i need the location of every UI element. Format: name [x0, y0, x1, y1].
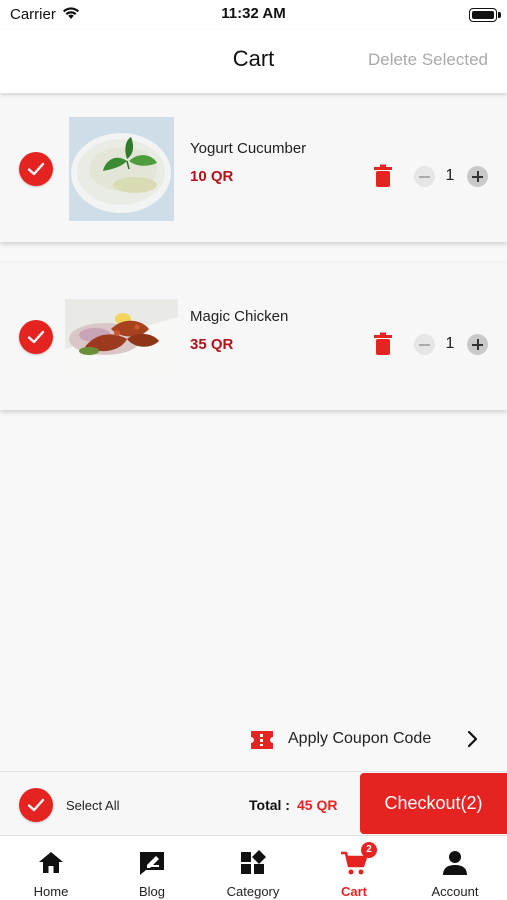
cart-item: Yogurt Cucumber 10 QR 1 [0, 95, 507, 242]
delete-item-icon[interactable] [372, 332, 394, 356]
battery-icon [469, 8, 501, 22]
bottom-tab-bar: Home Blog Category 2 Cart Account [0, 835, 507, 900]
select-all-label: Select All [66, 798, 120, 813]
cart-count-badge: 2 [361, 842, 377, 858]
account-icon [442, 850, 468, 881]
decrease-quantity-button[interactable] [414, 334, 435, 355]
tab-home[interactable]: Home [1, 836, 101, 900]
item-price: 35 QR [190, 336, 234, 353]
item-price: 10 QR [190, 168, 234, 185]
item-name: Yogurt Cucumber [190, 140, 307, 157]
delete-selected-button[interactable]: Delete Selected [368, 50, 488, 70]
coupon-label: Apply Coupon Code [288, 730, 432, 747]
checkout-bar: Select All Total : 45 QR Checkout(2) [0, 771, 507, 835]
cart-header: Cart Delete Selected [0, 30, 507, 93]
checkout-button[interactable]: Checkout(2) [360, 773, 507, 834]
chevron-right-icon [467, 729, 479, 754]
cart-item: Magic Chicken 35 QR 1 [0, 263, 507, 410]
decrease-quantity-button[interactable] [414, 166, 435, 187]
tab-label: Account [431, 884, 479, 899]
item-select-checkbox[interactable] [19, 320, 53, 354]
tab-category[interactable]: Category [203, 836, 303, 900]
tab-label: Cart [340, 884, 367, 899]
select-all-checkbox[interactable] [19, 788, 53, 822]
quantity-value: 1 [445, 335, 455, 352]
status-time: 11:32 AM [221, 5, 286, 22]
quantity-value: 1 [445, 167, 455, 184]
tab-account[interactable]: Account [405, 836, 505, 900]
category-icon [239, 850, 267, 881]
total-label: Total : [249, 797, 290, 813]
tab-label: Home [33, 884, 69, 899]
item-name: Magic Chicken [190, 308, 289, 325]
ticket-icon [249, 729, 275, 756]
status-bar: Carrier 11:32 AM [0, 0, 507, 30]
item-select-checkbox[interactable] [19, 152, 53, 186]
item-image [69, 117, 174, 221]
increase-quantity-button[interactable] [467, 334, 488, 355]
tab-label: Blog [138, 884, 166, 899]
blog-icon [138, 850, 166, 881]
total-value: 45 QR [297, 797, 338, 813]
home-icon [38, 850, 64, 879]
tab-label: Category [226, 884, 280, 899]
delete-item-icon[interactable] [372, 164, 394, 188]
apply-coupon-button[interactable]: Apply Coupon Code [249, 727, 489, 753]
increase-quantity-button[interactable] [467, 166, 488, 187]
item-image [65, 299, 178, 375]
tab-blog[interactable]: Blog [102, 836, 202, 900]
tab-cart[interactable]: 2 Cart [304, 836, 404, 900]
